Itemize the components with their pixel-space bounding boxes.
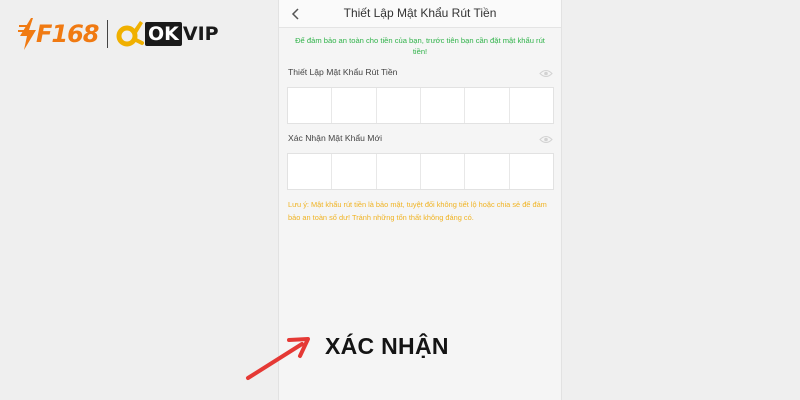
page-title: Thiết Lập Mật Khẩu Rút Tiền xyxy=(343,6,497,20)
eye-icon xyxy=(539,135,553,143)
f168-text: F168 xyxy=(36,20,99,48)
eye-icon xyxy=(539,69,553,77)
ok-hand-icon xyxy=(116,21,144,47)
brand-logo: F168 OK VIP xyxy=(18,14,219,54)
confirm-password-label: Xác Nhận Mật Khẩu Mới xyxy=(288,133,383,143)
confirm-password-pin-input[interactable] xyxy=(287,153,554,190)
red-arrow-icon xyxy=(246,337,310,380)
pin-cell[interactable] xyxy=(509,154,553,189)
okvip-vip-text: VIP xyxy=(182,23,219,45)
confirm-annotation-label: XÁC NHẬN xyxy=(325,333,449,359)
pin-cell[interactable] xyxy=(465,88,510,123)
pin-cell[interactable] xyxy=(288,154,333,189)
pin-cell[interactable] xyxy=(376,154,421,189)
pin-cell[interactable] xyxy=(420,88,466,123)
pin-cell[interactable] xyxy=(288,88,333,123)
pin-cell[interactable] xyxy=(465,154,510,189)
okvip-logo: OK VIP xyxy=(116,19,219,49)
lightning-bolt-icon xyxy=(18,18,36,50)
warning-text: Lưu ý: Mật khẩu rút tiền là bảo mật, tuy… xyxy=(288,200,547,222)
okvip-ok-text: OK xyxy=(145,22,182,46)
top-navigation-bar: Thiết Lập Mật Khẩu Rút Tiền xyxy=(279,0,561,28)
pin-cell[interactable] xyxy=(509,88,553,123)
pin-cell[interactable] xyxy=(376,88,421,123)
toggle-visibility-button-2[interactable] xyxy=(539,134,553,144)
f168-logo: F168 xyxy=(18,17,99,51)
toggle-visibility-button-1[interactable] xyxy=(539,68,553,78)
pin-cell[interactable] xyxy=(420,154,466,189)
set-password-pin-input[interactable] xyxy=(287,87,554,124)
logo-divider xyxy=(106,20,108,48)
set-password-label: Thiết Lập Mật Khẩu Rút Tiền xyxy=(288,67,398,77)
pin-cell[interactable] xyxy=(332,154,377,189)
pin-cell[interactable] xyxy=(332,88,377,123)
security-notice: Để đảm bảo an toàn cho tiền của bạn, trư… xyxy=(295,36,545,56)
